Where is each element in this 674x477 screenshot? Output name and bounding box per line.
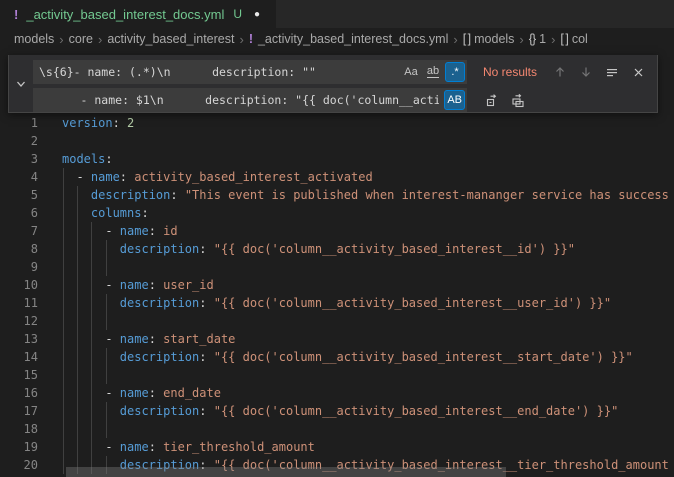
line-number[interactable]: 8 [0,240,38,258]
line-number[interactable]: 1 [0,114,38,132]
arrow-down-icon [579,65,593,79]
line-number[interactable]: 14 [0,348,38,366]
line-number[interactable]: 10 [0,276,38,294]
line-number[interactable]: 17 [0,402,38,420]
line-number[interactable]: 19 [0,438,38,456]
code-line[interactable]: 10- name: user_id [0,276,674,294]
yaml-file-icon: ! [14,7,18,22]
replace-button[interactable] [481,89,503,111]
horizontal-scrollbar[interactable] [66,467,506,477]
line-number[interactable]: 5 [0,186,38,204]
replace-input[interactable] [33,88,467,112]
git-status-badge: U [233,7,242,21]
code-line[interactable]: 19- name: tier_threshold_amount [0,438,674,456]
line-number[interactable]: 12 [0,312,38,330]
code-line[interactable]: 9 [0,258,674,276]
code-line[interactable]: 1version: 2 [0,114,674,132]
find-in-selection-icon [605,65,619,79]
tab-active[interactable]: ! _activity_based_interest_docs.yml U ● [0,0,276,28]
breadcrumb-separator: › [551,32,555,47]
breadcrumb: models › core › activity_based_interest … [0,28,674,50]
code-line[interactable]: 15 [0,366,674,384]
code-line[interactable]: 18 [0,420,674,438]
replace-icon [485,93,500,108]
code-line[interactable]: 2 [0,132,674,150]
match-case-button[interactable]: Aa [401,62,421,82]
line-number[interactable]: 7 [0,222,38,240]
toggle-replace-button[interactable] [9,55,33,112]
code-line[interactable]: 12 [0,312,674,330]
code-line[interactable]: 3models: [0,150,674,168]
editor[interactable]: 1version: 223models:4- name: activity_ba… [0,50,674,477]
line-number[interactable]: 4 [0,168,38,186]
breadcrumb-item-folder[interactable]: activity_based_interest [107,32,234,46]
code-line[interactable]: 11description: "{{ doc('column__activity… [0,294,674,312]
code-line[interactable]: 7- name: id [0,222,674,240]
line-number[interactable]: 11 [0,294,38,312]
breadcrumb-item-file[interactable]: ! _activity_based_interest_docs.yml [249,32,449,46]
code-line[interactable]: 17description: "{{ doc('column__activity… [0,402,674,420]
code-line[interactable]: 5description: "This event is published w… [0,186,674,204]
dirty-indicator-icon[interactable]: ● [254,9,260,20]
code-lines: 1version: 223models:4- name: activity_ba… [0,50,674,474]
tab-title: _activity_based_interest_docs.yml [26,7,224,22]
code-line[interactable]: 13- name: start_date [0,330,674,348]
line-number[interactable]: 2 [0,132,38,150]
array-symbol-icon: [ ] [463,32,470,46]
line-number[interactable]: 20 [0,456,38,474]
close-find-button[interactable] [627,61,649,83]
line-number[interactable]: 6 [0,204,38,222]
line-number[interactable]: 9 [0,258,38,276]
breadcrumb-separator: › [453,32,457,47]
line-number[interactable]: 13 [0,330,38,348]
chevron-down-icon [15,78,27,90]
code-line[interactable]: 6columns: [0,204,674,222]
tab-bar: ! _activity_based_interest_docs.yml U ● [0,0,674,28]
breadcrumb-item-symbol-1[interactable]: {} 1 [529,32,546,46]
preserve-case-button[interactable]: AB [444,90,465,110]
find-widget: Aa ab .* No results [8,55,658,113]
line-number[interactable]: 18 [0,420,38,438]
previous-match-button[interactable] [549,61,571,83]
object-symbol-icon: {} [529,32,535,46]
line-number[interactable]: 15 [0,366,38,384]
breadcrumb-item-models[interactable]: models [14,32,54,46]
code-line[interactable]: 4- name: activity_based_interest_activat… [0,168,674,186]
regex-button[interactable]: .* [445,62,465,82]
next-match-button[interactable] [575,61,597,83]
breadcrumb-separator: › [239,32,243,47]
line-number[interactable]: 16 [0,384,38,402]
yaml-file-icon: ! [249,32,253,46]
find-results-label: No results [483,65,545,79]
code-line[interactable]: 16- name: end_date [0,384,674,402]
breadcrumb-item-symbol-models[interactable]: [ ] models [463,32,515,46]
breadcrumb-item-core[interactable]: core [69,32,93,46]
whole-word-button[interactable]: ab [423,62,443,82]
breadcrumb-item-symbol-columns[interactable]: [ ] col [560,32,587,46]
code-line[interactable]: 8description: "{{ doc('column__activity_… [0,240,674,258]
close-icon [632,66,645,79]
breadcrumb-separator: › [98,32,102,47]
replace-all-icon [511,93,526,108]
line-number[interactable]: 3 [0,150,38,168]
arrow-up-icon [553,65,567,79]
code-line[interactable]: 14description: "{{ doc('column__activity… [0,348,674,366]
replace-all-button[interactable] [507,89,529,111]
breadcrumb-separator: › [59,32,63,47]
breadcrumb-separator: › [519,32,523,47]
find-in-selection-button[interactable] [601,61,623,83]
array-symbol-icon: [ ] [560,32,567,46]
